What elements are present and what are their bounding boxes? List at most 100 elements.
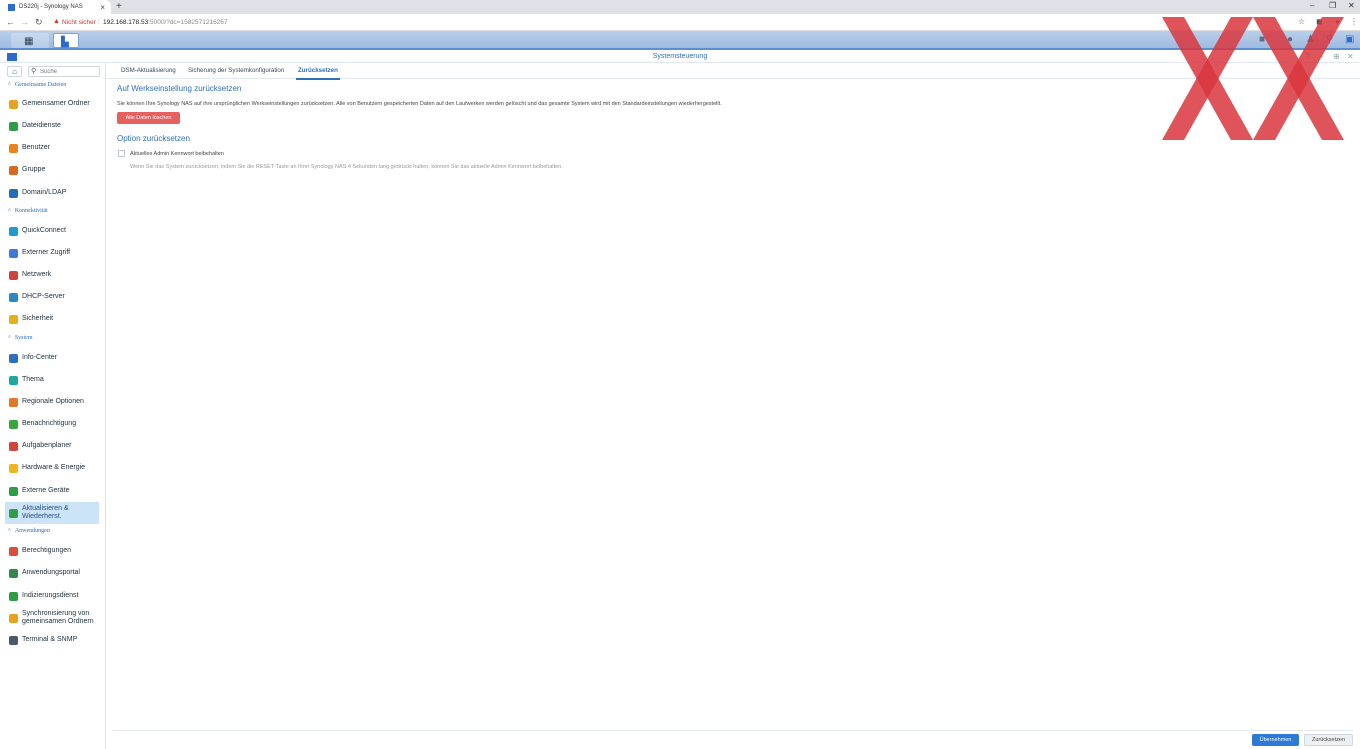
network-icon xyxy=(9,270,18,280)
extension-icon[interactable]: ◼ xyxy=(1316,17,1323,26)
home-button[interactable]: ⌂ xyxy=(7,66,22,77)
window-minimize-icon[interactable]: – xyxy=(1319,52,1323,61)
url-path: :5000/?dc=1582571216267 xyxy=(148,19,228,26)
sidebar-item-security[interactable]: Sicherheit xyxy=(5,309,99,329)
browser-tab-strip: DS220j - Synology NAS × + – ❐ ✕ xyxy=(0,0,1360,14)
sidebar-item-notification[interactable]: Benachrichtigung xyxy=(5,414,99,434)
sidebar-item-label: Synchronisierung von gemeinsamen Ordnern xyxy=(22,610,94,625)
tab-config-backup[interactable]: Sicherung der Systemkonfiguration xyxy=(188,67,284,74)
reset-button-hint: Wenn Sie das System zurücksetzen, indem … xyxy=(130,164,563,170)
file-services-icon xyxy=(9,121,18,131)
external-device-icon xyxy=(9,486,18,496)
sidebar-search[interactable]: ⚲ xyxy=(28,66,100,77)
main-menu-button[interactable]: ▦ xyxy=(11,33,49,48)
sidebar-item-domain-ldap[interactable]: Domain/LDAP xyxy=(5,183,99,203)
sidebar-item-dhcp-server[interactable]: DHCP-Server xyxy=(5,287,99,307)
category-shared-files[interactable]: ^ Gemeinsame Dateien xyxy=(8,82,66,88)
category-applications[interactable]: ^ Anwendungen xyxy=(8,528,50,534)
help-icon[interactable]: ? xyxy=(1305,52,1309,61)
sidebar-item-user[interactable]: Benutzer xyxy=(5,138,99,158)
category-system[interactable]: ^ System xyxy=(8,335,33,341)
reset-options-heading: Option zurücksetzen xyxy=(117,134,190,143)
user-icon xyxy=(9,143,18,153)
sidebar-item-external-devices[interactable]: Externe Geräte xyxy=(5,481,99,501)
forward-icon[interactable]: → xyxy=(20,17,29,27)
shield-icon xyxy=(9,314,18,324)
sync-icon xyxy=(9,613,18,623)
user-icon[interactable]: ♟ xyxy=(1306,34,1315,45)
apply-button[interactable]: Übernehmen xyxy=(1252,734,1299,746)
bookmark-star-icon[interactable]: ☆ xyxy=(1298,17,1305,26)
insecure-label[interactable]: Nicht sicher xyxy=(62,19,96,26)
category-connectivity[interactable]: ^ Konnektivität xyxy=(8,208,48,214)
sidebar-item-label: Sicherheit xyxy=(22,315,54,322)
tab-dsm-update[interactable]: DSM-Aktualisierung xyxy=(121,67,176,74)
factory-reset-description: Sie können Ihre Synology NAS auf ihre ur… xyxy=(117,101,722,107)
sidebar-item-label: Gruppe xyxy=(22,166,46,173)
sidebar-item-update-restore[interactable]: Aktualisieren & Wiederherst. xyxy=(5,502,99,524)
sidebar-item-regional-options[interactable]: Regionale Optionen xyxy=(5,392,99,412)
maximize-window-button[interactable]: ❐ xyxy=(1329,1,1336,10)
chat-icon[interactable]: ● xyxy=(1287,34,1293,45)
lightbulb-icon xyxy=(9,463,18,473)
regional-icon xyxy=(9,397,18,407)
sidebar-item-label: QuickConnect xyxy=(22,227,66,234)
reset-form-button[interactable]: Zurücksetzen xyxy=(1304,734,1353,746)
sidebar-item-external-access[interactable]: Externer Zugriff xyxy=(5,243,99,263)
profile-icon[interactable]: ● xyxy=(1335,17,1340,26)
erase-all-data-button[interactable]: Alle Daten löschen xyxy=(117,112,180,124)
minimize-window-button[interactable]: – xyxy=(1310,1,1314,10)
sidebar-item-quickconnect[interactable]: QuickConnect xyxy=(5,221,99,241)
sidebar-item-file-services[interactable]: Dateidienste xyxy=(5,116,99,136)
sidebar-search-input[interactable] xyxy=(40,69,98,75)
sidebar-item-hardware-power[interactable]: Hardware & Energie xyxy=(5,458,99,478)
window-close-icon[interactable]: ✕ xyxy=(1347,52,1354,61)
chevron-up-icon: ^ xyxy=(8,82,11,88)
dhcp-icon xyxy=(9,292,18,302)
chevron-up-icon: ^ xyxy=(8,528,11,534)
browser-tab[interactable]: DS220j - Synology NAS × xyxy=(0,0,111,14)
browser-menu-icon[interactable]: ⋮ xyxy=(1350,17,1358,26)
notification-icon xyxy=(9,419,18,429)
sidebar-item-theme[interactable]: Thema xyxy=(5,370,99,390)
sidebar-item-indexing-service[interactable]: Indizierungsdienst xyxy=(5,586,99,606)
window-maximize-icon[interactable]: ⊕ xyxy=(1333,52,1340,61)
dsm-taskbar: ▦ ▙ ■ ● ♟ ⚲ ▣ xyxy=(0,31,1360,50)
quickconnect-icon xyxy=(9,226,18,236)
chevron-up-icon: ^ xyxy=(8,335,11,341)
search-icon[interactable]: ⚲ xyxy=(1326,34,1333,45)
sidebar-item-shared-folder-sync[interactable]: Synchronisierung von gemeinsamen Ordnern xyxy=(5,607,99,629)
close-window-button[interactable]: ✕ xyxy=(1348,1,1355,10)
window-titlebar[interactable]: Systemsteuerung ? – ⊕ ✕ xyxy=(0,50,1360,63)
back-icon[interactable]: ← xyxy=(6,17,15,27)
sidebar-item-application-portal[interactable]: Anwendungsportal xyxy=(5,563,99,583)
tab-reset[interactable]: Zurücksetzen xyxy=(296,67,340,80)
sidebar-item-shared-folder[interactable]: Gemeinsamer Ordner xyxy=(5,94,99,114)
sidebar-item-permissions[interactable]: Berechtigungen xyxy=(5,541,99,561)
factory-reset-heading: Auf Werkseinstellung zurücksetzen xyxy=(117,84,242,93)
url-field[interactable]: 192.168.178.53:5000/?dc=1582571216267 xyxy=(103,19,228,26)
sidebar-item-label: Aufgabenplaner xyxy=(22,442,72,449)
sidebar-item-label: Anwendungsportal xyxy=(22,569,80,576)
sidebar-item-info-center[interactable]: Info-Center xyxy=(5,348,99,368)
warning-icon[interactable]: ▲ xyxy=(53,18,60,25)
browser-tab-title: DS220j - Synology NAS xyxy=(19,4,83,10)
sidebar-item-group[interactable]: Gruppe xyxy=(5,160,99,180)
widgets-icon[interactable]: ▣ xyxy=(1345,34,1354,45)
control-panel-taskbar-button[interactable]: ▙ xyxy=(53,33,79,48)
sidebar-item-terminal-snmp[interactable]: Terminal & SNMP xyxy=(5,630,99,650)
close-tab-icon[interactable]: × xyxy=(100,3,105,12)
sidebar-item-network[interactable]: Netzwerk xyxy=(5,265,99,285)
new-tab-button[interactable]: + xyxy=(116,1,122,12)
sidebar-item-label: Aktualisieren & Wiederherst. xyxy=(22,505,69,520)
notification-icon[interactable]: ■ xyxy=(1259,34,1265,45)
keep-admin-password-label[interactable]: Aktuelles Admin Kennwort beibehalten xyxy=(130,151,224,157)
sidebar: ⌂ ⚲ ^Gemeinsame Dateien Gemeinsamer Ordn… xyxy=(0,63,106,749)
reload-icon[interactable]: ↻ xyxy=(35,17,43,28)
footer-divider xyxy=(113,730,1353,731)
sidebar-item-label: Benachrichtigung xyxy=(22,420,77,427)
keep-admin-password-checkbox[interactable] xyxy=(118,150,125,157)
sidebar-item-task-scheduler[interactable]: Aufgabenplaner xyxy=(5,436,99,456)
domain-icon xyxy=(9,188,18,198)
update-icon xyxy=(9,508,18,518)
